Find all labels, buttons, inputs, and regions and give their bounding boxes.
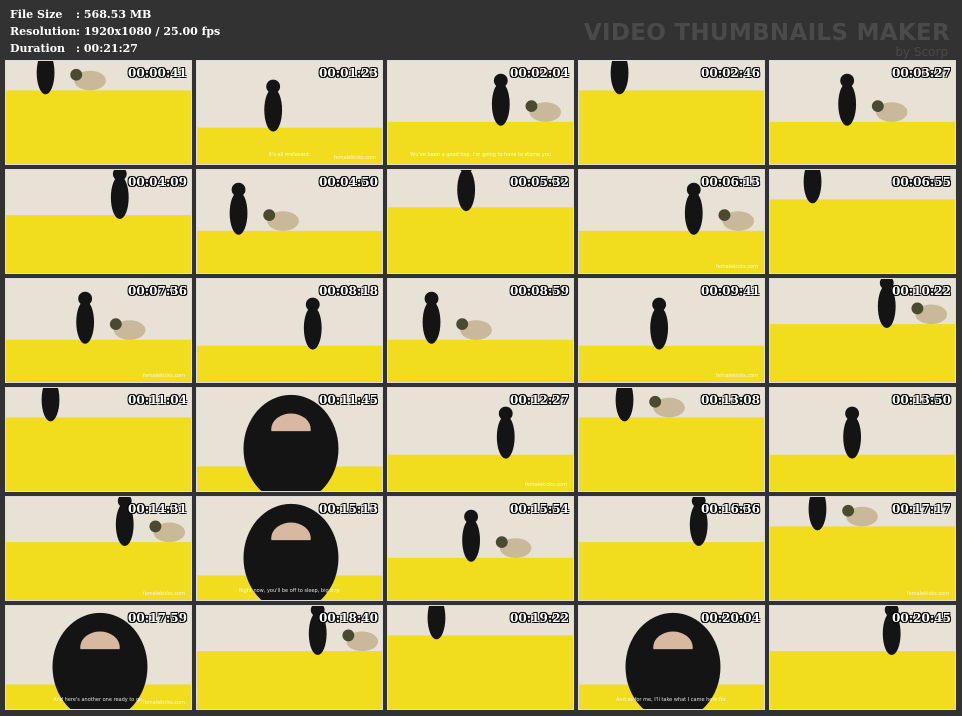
file-size-label: File Size — [10, 8, 63, 21]
thumbnail[interactable]: 00:04:50 — [196, 169, 383, 274]
thumbnail-timestamp: 00:02:46 — [701, 66, 760, 80]
thumbnail[interactable]: 00:18:40 — [196, 605, 383, 710]
thumbnail[interactable]: 00:06:13 femalekicks.com — [578, 169, 765, 274]
thumbnail[interactable]: 00:15:13 Right now, you'll be off to slee… — [196, 496, 383, 601]
thumbnail-timestamp: 00:09:41 — [701, 284, 760, 298]
thumbnail-watermark: femalekicks.com — [333, 155, 376, 161]
thumbnail-timestamp: 00:15:54 — [510, 502, 569, 516]
thumbnail-timestamp: 00:07:36 — [128, 284, 187, 298]
thumbnail[interactable]: 00:11:45 — [196, 387, 383, 492]
file-size-row: File Size : 568.53 MB — [10, 6, 220, 23]
thumbnail[interactable]: 00:14:31 femalekicks.com — [5, 496, 192, 601]
thumbnail-grid: 00:00:41 00:01:23 It's all irrelevant. fema… — [5, 60, 960, 710]
thumbnail-timestamp: 00:05:32 — [510, 175, 569, 189]
thumbnail[interactable]: 00:07:36 femalekicks.com — [5, 278, 192, 383]
thumbnail-timestamp: 00:20:04 — [701, 611, 760, 625]
thumbnail[interactable]: 00:08:18 — [196, 278, 383, 383]
thumbnail-watermark: femalekicks.com — [906, 591, 949, 597]
thumbnail-watermark: femalekicks.com — [715, 373, 758, 379]
thumbnail[interactable]: 00:16:36 — [578, 496, 765, 601]
thumbnail[interactable]: 00:00:41 — [5, 60, 192, 165]
thumbnail-subtitle: Right now, you'll be off to sleep, big b… — [238, 588, 341, 594]
thumbnail-timestamp: 00:16:36 — [701, 502, 760, 516]
thumbnail[interactable]: 00:12:27 femalekicks.com — [387, 387, 574, 492]
thumbnail[interactable]: 00:15:54 — [387, 496, 574, 601]
thumbnail-timestamp: 00:18:40 — [319, 611, 378, 625]
file-info-panel: File Size : 568.53 MB Resolution : 1920x… — [10, 6, 220, 57]
thumbnail[interactable]: 00:11:04 — [5, 387, 192, 492]
thumbnail-timestamp: 00:15:13 — [319, 502, 378, 516]
thumbnail-subtitle: You've been a good boy, I'm going to hav… — [409, 152, 552, 158]
resolution-label: Resolution — [10, 25, 77, 38]
thumbnail-timestamp: 00:03:27 — [892, 66, 951, 80]
duration-value: : 00:21:27 — [76, 42, 138, 55]
thumbnail-timestamp: 00:13:08 — [701, 393, 760, 407]
thumbnail[interactable]: 00:04:09 — [5, 169, 192, 274]
thumbnail[interactable]: 00:09:41 femalekicks.com — [578, 278, 765, 383]
thumbnail-timestamp: 00:01:23 — [319, 66, 378, 80]
thumbnail-timestamp: 00:04:09 — [128, 175, 187, 189]
thumbnail-timestamp: 00:14:31 — [128, 502, 187, 516]
thumbnail-watermark: femalekicks.com — [142, 373, 185, 379]
thumbnail-timestamp: 00:11:04 — [128, 393, 187, 407]
thumbnail[interactable]: 00:01:23 It's all irrelevant. femalekicks.… — [196, 60, 383, 165]
thumbnail-subtitle: And as for me, I'll take what I came her… — [616, 697, 727, 703]
thumbnail-timestamp: 00:04:50 — [319, 175, 378, 189]
thumbnail[interactable]: 00:20:45 — [769, 605, 956, 710]
brand-author: by Scorp — [895, 45, 948, 59]
thumbnail[interactable]: 00:03:27 — [769, 60, 956, 165]
thumbnail[interactable]: 00:05:32 — [387, 169, 574, 274]
thumbnail[interactable]: 00:19:22 — [387, 605, 574, 710]
duration-label: Duration — [10, 42, 66, 55]
thumbnail[interactable]: 00:10:22 — [769, 278, 956, 383]
thumbnail-timestamp: 00:17:17 — [892, 502, 951, 516]
resolution-value: : 1920x1080 / 25.00 fps — [76, 25, 221, 38]
thumbnail-timestamp: 00:08:18 — [319, 284, 378, 298]
thumbnail-timestamp: 00:17:59 — [128, 611, 187, 625]
thumbnail[interactable]: 00:13:50 — [769, 387, 956, 492]
thumbnail-timestamp: 00:20:45 — [892, 611, 951, 625]
thumbnail-timestamp: 00:11:45 — [319, 393, 378, 407]
thumbnail-watermark: femalekicks.com — [142, 591, 185, 597]
thumbnail-timestamp: 00:08:59 — [510, 284, 569, 298]
thumbnail-timestamp: 00:06:55 — [892, 175, 951, 189]
thumbnail[interactable]: 00:13:08 — [578, 387, 765, 492]
thumbnail[interactable]: 00:17:59 And here's another one ready to … — [5, 605, 192, 710]
file-size-value: : 568.53 MB — [76, 8, 152, 21]
brand-watermark: VIDEO THUMBNAILS MAKER by Scorp — [584, 20, 950, 58]
thumbnail[interactable]: 00:20:04 And as for me, I'll take what I … — [578, 605, 765, 710]
thumbnail-timestamp: 00:12:27 — [510, 393, 569, 407]
thumbnail[interactable]: 00:02:04 You've been a good boy, I'm goin… — [387, 60, 574, 165]
thumbnail[interactable]: 00:02:46 — [578, 60, 765, 165]
thumbnail-timestamp: 00:19:22 — [510, 611, 569, 625]
resolution-row: Resolution : 1920x1080 / 25.00 fps — [10, 23, 220, 40]
duration-row: Duration : 00:21:27 — [10, 40, 220, 57]
thumbnail-watermark: femalekicks.com — [142, 700, 185, 706]
thumbnail-timestamp: 00:10:22 — [892, 284, 951, 298]
thumbnail[interactable]: 00:08:59 — [387, 278, 574, 383]
thumbnail[interactable]: 00:06:55 — [769, 169, 956, 274]
thumbnail-timestamp: 00:13:50 — [892, 393, 951, 407]
thumbnail-timestamp: 00:06:13 — [701, 175, 760, 189]
thumbnail-watermark: femalekicks.com — [715, 264, 758, 270]
thumbnail-watermark: femalekicks.com — [524, 482, 567, 488]
thumbnail-timestamp: 00:02:04 — [510, 66, 569, 80]
thumbnail-timestamp: 00:00:41 — [128, 66, 187, 80]
thumbnail[interactable]: 00:17:17 femalekicks.com — [769, 496, 956, 601]
brand-title: VIDEO THUMBNAILS MAKER — [583, 20, 950, 46]
